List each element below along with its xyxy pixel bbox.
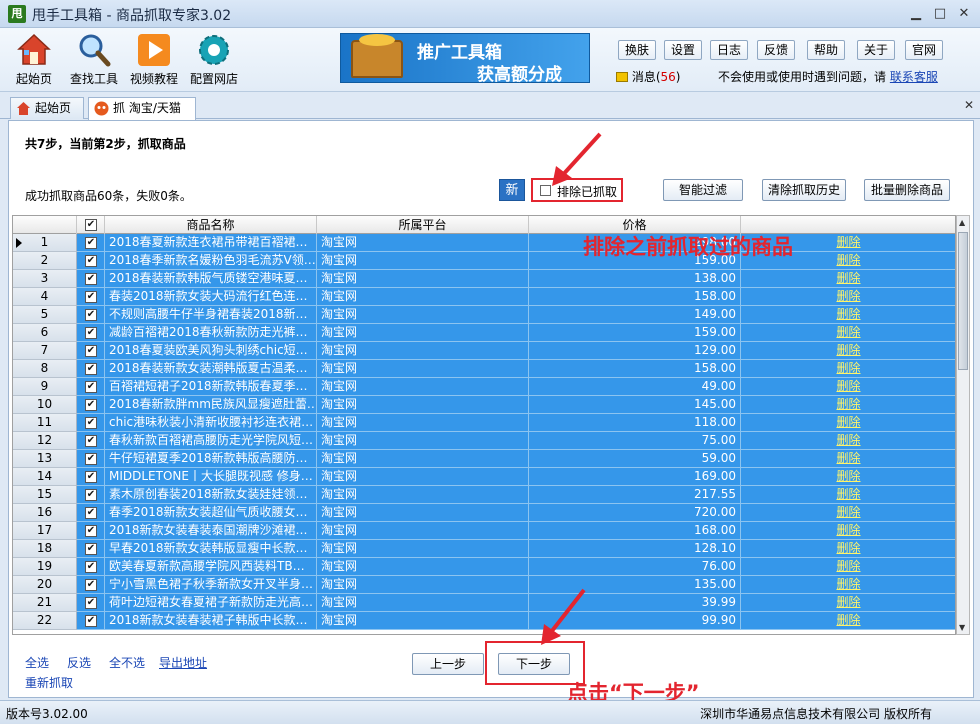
status-bar: 版本号3.02.00 深圳市华通易点信息技术有限公司 版权所有: [0, 700, 980, 724]
arrow-next-head: [541, 624, 561, 645]
arrow-next-line: [546, 588, 586, 638]
annotation-arrows: [541, 132, 602, 645]
arrow-exclude-line: [558, 132, 602, 180]
version-label: 版本号3.02.00: [6, 707, 88, 721]
copyright-label: 深圳市华通易点信息技术有限公司 版权所有: [700, 707, 932, 721]
